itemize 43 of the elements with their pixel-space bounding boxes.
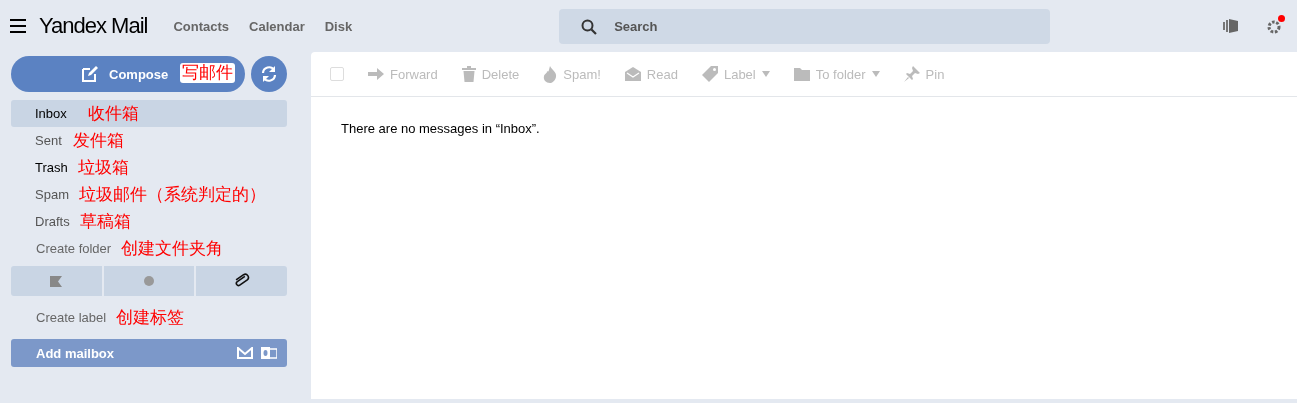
nav-link[interactable]: Disk (324, 18, 353, 34)
trash-icon (461, 66, 476, 82)
folder-item[interactable]: Spam (11, 181, 69, 208)
tag-icon (701, 66, 718, 82)
filter-button[interactable] (11, 266, 102, 296)
refresh-button[interactable] (251, 56, 287, 92)
folder-item[interactable]: Drafts (11, 208, 70, 235)
filter-button[interactable] (196, 266, 287, 296)
annotation-text: 创建标签 (116, 307, 185, 329)
flame-icon (543, 65, 558, 83)
annotation-text: 发件箱 (73, 130, 124, 152)
nav-link[interactable]: Calendar (249, 18, 305, 34)
annotation-text: 垃圾邮件（系统判定的） (78, 184, 266, 206)
create-label-link[interactable]: Create label (11, 304, 107, 331)
settings-icon[interactable] (1265, 17, 1283, 35)
empty-message: There are no messages in “Inbox”. (341, 121, 541, 136)
annotation-text: 写邮件 (180, 63, 235, 83)
annotation-text: 收件箱 (88, 103, 139, 125)
folder-item[interactable]: Sent (11, 127, 63, 154)
arrow-icon (368, 68, 384, 80)
annotation-text: 草稿箱 (79, 211, 131, 233)
menu-icon[interactable] (10, 19, 26, 33)
annotation-text: 创建文件夹角 (121, 238, 224, 260)
nav-link[interactable]: Contacts (173, 18, 230, 34)
folder-item[interactable]: Trash (11, 154, 68, 181)
paperclip-icon (233, 273, 250, 289)
search-field[interactable]: Search (559, 8, 1051, 44)
refresh-icon (260, 65, 278, 83)
annotation-text: 垃圾箱 (77, 157, 129, 179)
edit-icon (81, 65, 99, 83)
folder-icon (793, 67, 810, 81)
pin-icon (903, 66, 920, 82)
flag-icon (50, 275, 63, 287)
select-all-checkbox[interactable] (330, 67, 344, 81)
dot-icon (144, 276, 154, 286)
caret-icon (761, 71, 770, 77)
book-icon[interactable] (1223, 18, 1239, 34)
envelope-icon (237, 347, 253, 359)
add-mailbox-button[interactable]: Add mailbox (11, 339, 287, 367)
logo[interactable]: Yandex Mail (39, 12, 148, 40)
create-folder-link[interactable]: Create folder (11, 235, 112, 262)
open-envelope-icon (624, 67, 641, 81)
caret-icon (871, 71, 880, 77)
